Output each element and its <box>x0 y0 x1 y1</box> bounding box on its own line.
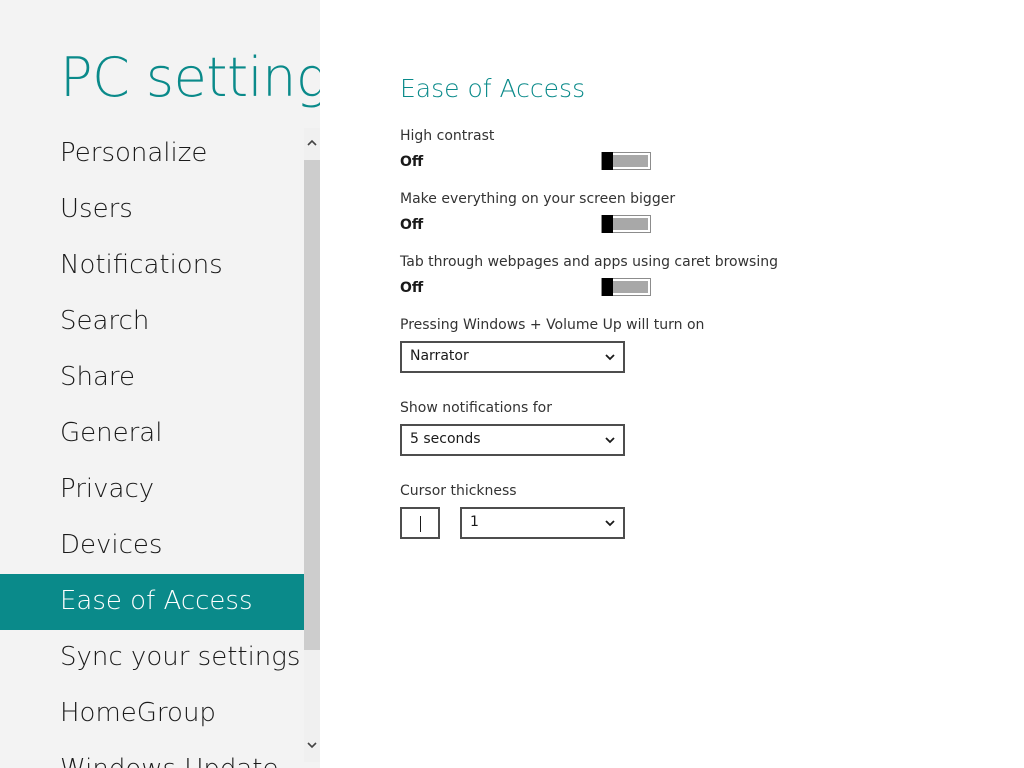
volume-up-dropdown[interactable]: Narrator <box>400 341 625 373</box>
scroll-down-button[interactable] <box>304 730 320 762</box>
setting-label: Show notifications for <box>400 400 552 416</box>
toggle-knob <box>602 278 613 296</box>
scroll-thumb[interactable] <box>304 160 320 650</box>
toggle-knob <box>602 152 613 170</box>
setting-volume-up: Pressing Windows + Volume Up will turn o… <box>400 317 704 373</box>
nav-item-ease-of-access[interactable]: Ease of Access <box>0 574 304 630</box>
toggle-state-text: Off <box>400 280 424 296</box>
high-contrast-toggle[interactable] <box>601 152 651 170</box>
dropdown-value: 1 <box>470 514 479 530</box>
toggle-track <box>613 281 648 293</box>
nav-item-homegroup[interactable]: HomeGroup <box>0 686 304 742</box>
chevron-up-icon <box>307 139 317 146</box>
toggle-knob <box>602 215 613 233</box>
settings-nav-pane: PC settings Personalize Users Notificati… <box>0 0 320 768</box>
nav-item-notifications[interactable]: Notifications <box>0 238 304 294</box>
nav-item-privacy[interactable]: Privacy <box>0 462 304 518</box>
toggle-track <box>613 155 648 167</box>
scroll-up-button[interactable] <box>304 128 320 160</box>
nav-item-share[interactable]: Share <box>0 350 304 406</box>
app-title: PC settings <box>60 46 320 109</box>
setting-caret-browsing: Tab through webpages and apps using care… <box>400 254 778 304</box>
chevron-down-icon <box>307 742 317 749</box>
setting-label: Cursor thickness <box>400 483 517 499</box>
cursor-preview <box>400 507 440 539</box>
setting-label: High contrast <box>400 128 495 144</box>
nav-item-windows-update[interactable]: Windows Update <box>0 742 304 768</box>
toggle-state-text: Off <box>400 154 424 170</box>
caret-browsing-toggle[interactable] <box>601 278 651 296</box>
setting-show-notifications: Show notifications for 5 seconds <box>400 400 625 456</box>
toggle-track <box>613 218 648 230</box>
nav-item-users[interactable]: Users <box>0 182 304 238</box>
setting-cursor-thickness: Cursor thickness 1 <box>400 483 625 539</box>
chevron-down-icon <box>605 520 615 527</box>
nav-list: Personalize Users Notifications Search S… <box>0 126 304 768</box>
chevron-down-icon <box>605 354 615 361</box>
nav-item-search[interactable]: Search <box>0 294 304 350</box>
section-title: Ease of Access <box>400 74 586 103</box>
setting-label: Pressing Windows + Volume Up will turn o… <box>400 317 705 333</box>
setting-make-bigger: Make everything on your screen bigger Of… <box>400 191 675 241</box>
setting-label: Make everything on your screen bigger <box>400 191 676 207</box>
nav-item-devices[interactable]: Devices <box>0 518 304 574</box>
chevron-down-icon <box>605 437 615 444</box>
toggle-state-text: Off <box>400 217 424 233</box>
make-bigger-toggle[interactable] <box>601 215 651 233</box>
nav-item-personalize[interactable]: Personalize <box>0 126 304 182</box>
setting-high-contrast: High contrast Off <box>400 128 651 178</box>
text-cursor-icon <box>420 516 421 532</box>
nav-item-sync-your-settings[interactable]: Sync your settings <box>0 630 304 686</box>
nav-item-general[interactable]: General <box>0 406 304 462</box>
nav-scrollbar[interactable] <box>304 128 320 762</box>
cursor-thickness-dropdown[interactable]: 1 <box>460 507 625 539</box>
notifications-duration-dropdown[interactable]: 5 seconds <box>400 424 625 456</box>
setting-label: Tab through webpages and apps using care… <box>400 254 778 270</box>
dropdown-value: 5 seconds <box>410 431 481 447</box>
dropdown-value: Narrator <box>410 348 469 364</box>
